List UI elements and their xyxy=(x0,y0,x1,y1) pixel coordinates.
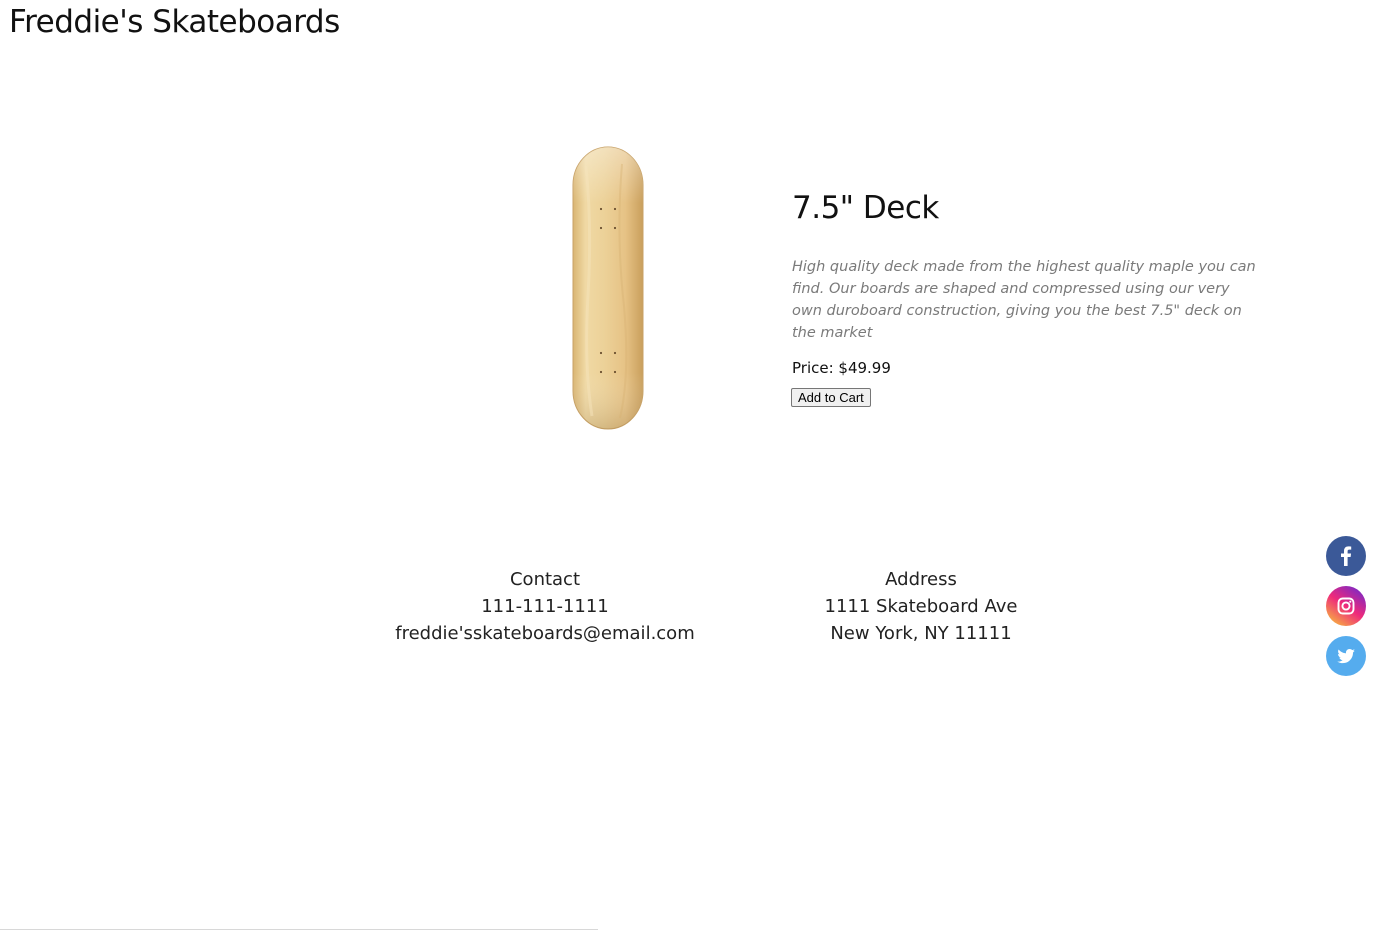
add-to-cart-button[interactable]: Add to Cart xyxy=(791,388,871,407)
address-heading: Address xyxy=(885,569,957,590)
instagram-link[interactable] xyxy=(1326,586,1366,626)
skateboard-deck-icon xyxy=(572,146,644,430)
instagram-icon xyxy=(1337,597,1355,615)
footer-contact: Contact 111-111-1111 freddie'sskateboard… xyxy=(370,566,720,647)
contact-email: freddie'sskateboards@email.com xyxy=(395,623,695,644)
product-name: 7.5" Deck xyxy=(792,190,939,226)
site-title: Freddie's Skateboards xyxy=(9,4,340,40)
social-links xyxy=(1326,536,1366,686)
contact-phone: 111-111-1111 xyxy=(481,596,609,617)
horizontal-scrollbar-line xyxy=(0,929,598,930)
twitter-icon xyxy=(1337,648,1355,664)
skateboard-deck-image xyxy=(572,146,644,430)
twitter-link[interactable] xyxy=(1326,636,1366,676)
footer-address: Address 1111 Skateboard Ave New York, NY… xyxy=(770,566,1072,647)
address-line2: New York, NY 11111 xyxy=(830,623,1012,644)
contact-heading: Contact xyxy=(509,569,581,590)
product-description: High quality deck made from the highest … xyxy=(792,259,1256,341)
address-line1: 1111 Skateboard Ave xyxy=(824,596,1018,617)
product-info: 7.5" Deck High quality deck made from th… xyxy=(791,190,1262,407)
facebook-icon xyxy=(1341,546,1352,566)
facebook-link[interactable] xyxy=(1326,536,1366,576)
product-price: Price: $49.99 xyxy=(792,359,891,377)
